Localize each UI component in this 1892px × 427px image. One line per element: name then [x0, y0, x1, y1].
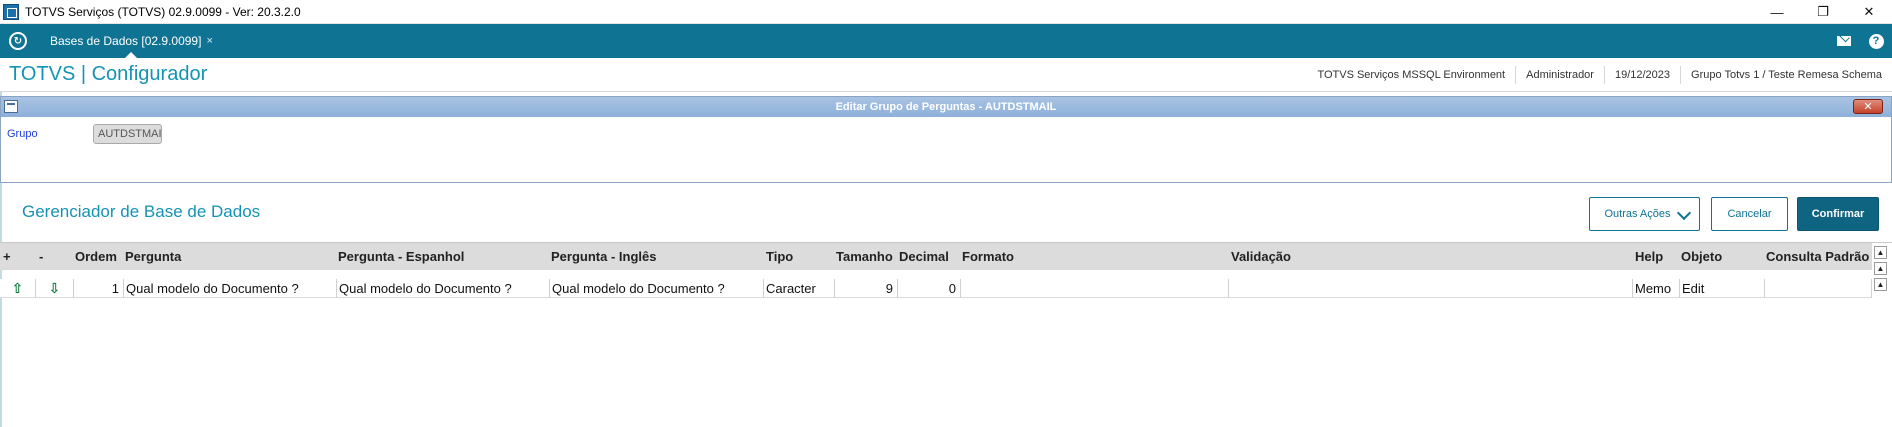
cell-help[interactable]: Memo: [1633, 279, 1680, 298]
col-formato[interactable]: Formato: [962, 243, 1212, 270]
col-validacao[interactable]: Validação: [1231, 243, 1481, 270]
minimize-button[interactable]: —: [1754, 0, 1800, 24]
col-help[interactable]: Help: [1635, 243, 1679, 270]
help-icon: ?: [1868, 33, 1884, 49]
cell-objeto[interactable]: Edit: [1680, 279, 1765, 298]
outras-acoes-label: Outras Ações: [1604, 208, 1671, 220]
scroll-top-button[interactable]: ▲: [1874, 246, 1887, 259]
col-pergunta-espanhol[interactable]: Pergunta - Espanhol: [338, 243, 548, 270]
grid-header: + - Ordem Pergunta Pergunta - Espanhol P…: [0, 243, 1872, 270]
col-objeto[interactable]: Objeto: [1681, 243, 1761, 270]
group-label: Grupo: [7, 128, 38, 140]
window-menu-icon[interactable]: [4, 100, 18, 113]
col-ordem[interactable]: Ordem: [75, 243, 125, 270]
cell-pergunta[interactable]: Qual modelo do Documento ?: [124, 279, 337, 298]
edit-group-dialog: Editar Grupo de Perguntas - AUTDSTMAIL ✕…: [0, 96, 1892, 183]
environment-label: TOTVS Serviços MSSQL Environment: [1317, 69, 1506, 81]
cell-tipo[interactable]: Caracter: [764, 279, 835, 298]
col-remove[interactable]: -: [39, 243, 53, 270]
col-pergunta-ingles[interactable]: Pergunta - Inglês: [551, 243, 761, 270]
grid-scrollbar[interactable]: ▲ ▲ ▲: [1874, 246, 1888, 306]
move-up-icon[interactable]: ⇧: [0, 279, 36, 298]
table-row[interactable]: ⇧ ⇩ 1 Qual modelo do Documento ? Qual mo…: [0, 279, 1872, 298]
col-pergunta[interactable]: Pergunta: [125, 243, 335, 270]
date-label: 19/12/2023: [1603, 66, 1680, 84]
dialog-titlebar: Editar Grupo de Perguntas - AUTDSTMAIL ✕: [1, 97, 1891, 117]
window-controls: — ❐ ✕: [1754, 0, 1892, 24]
help-button[interactable]: ?: [1860, 24, 1892, 58]
col-consulta-padrao[interactable]: Consulta Padrão: [1766, 243, 1870, 270]
col-decimal[interactable]: Decimal: [899, 243, 961, 270]
col-tamanho[interactable]: Tamanho: [836, 243, 900, 270]
confirm-button[interactable]: Confirmar: [1797, 197, 1879, 231]
cell-validacao[interactable]: [1229, 279, 1633, 298]
refresh-icon[interactable]: ↻: [9, 32, 27, 50]
app-header: TOTVS | Configurador TOTVS Serviços MSSQ…: [0, 58, 1892, 92]
tab-bar: ↻ Bases de Dados [02.9.0099] × ?: [0, 24, 1892, 58]
cell-pergunta-espanhol[interactable]: Qual modelo do Documento ?: [337, 279, 550, 298]
close-window-button[interactable]: ✕: [1846, 0, 1892, 24]
col-tipo[interactable]: Tipo: [766, 243, 836, 270]
group-field: AUTDSTMAIL: [93, 124, 162, 144]
mail-button[interactable]: [1828, 24, 1860, 58]
tabbar-actions: ?: [1828, 24, 1892, 58]
cell-pergunta-ingles[interactable]: Qual modelo do Documento ?: [550, 279, 764, 298]
outras-acoes-button[interactable]: Outras Ações: [1589, 197, 1700, 231]
chevron-down-icon: [1676, 205, 1692, 221]
user-label: Administrador: [1515, 66, 1604, 84]
move-down-icon[interactable]: ⇩: [36, 279, 74, 298]
group-row: Grupo AUTDSTMAIL: [1, 117, 1891, 177]
scroll-up-button[interactable]: ▲: [1874, 278, 1887, 291]
dialog-close-button[interactable]: ✕: [1853, 99, 1883, 114]
mail-icon: [1837, 36, 1851, 46]
cell-ordem[interactable]: 1: [74, 279, 124, 298]
header-info: TOTVS Serviços MSSQL Environment Adminis…: [1307, 58, 1892, 92]
tab-close-icon[interactable]: ×: [206, 35, 212, 47]
restore-button[interactable]: ❐: [1800, 0, 1846, 24]
dialog-title: Editar Grupo de Perguntas - AUTDSTMAIL: [835, 101, 1057, 113]
tab-bases-de-dados[interactable]: Bases de Dados [02.9.0099] ×: [42, 24, 221, 58]
cell-decimal[interactable]: 0: [898, 279, 961, 298]
scroll-page-up-button[interactable]: ▲: [1874, 262, 1887, 275]
window-titlebar: TOTVS Serviços (TOTVS) 02.9.0099 - Ver: …: [0, 0, 1892, 24]
tab-label: Bases de Dados [02.9.0099]: [50, 34, 202, 48]
cell-consulta-padrao[interactable]: [1765, 279, 1872, 298]
cell-tamanho[interactable]: 9: [835, 279, 898, 298]
section-title: Gerenciador de Base de Dados: [22, 202, 261, 221]
questions-grid: + - Ordem Pergunta Pergunta - Espanhol P…: [0, 242, 1892, 427]
col-add[interactable]: +: [3, 243, 17, 270]
brand-title: TOTVS | Configurador: [9, 63, 208, 85]
cell-formato[interactable]: [961, 279, 1229, 298]
cancel-button[interactable]: Cancelar: [1711, 197, 1788, 231]
window-title: TOTVS Serviços (TOTVS) 02.9.0099 - Ver: …: [25, 4, 301, 19]
app-icon: [3, 3, 19, 20]
company-label: Grupo Totvs 1 / Teste Remesa Schema: [1680, 66, 1892, 84]
